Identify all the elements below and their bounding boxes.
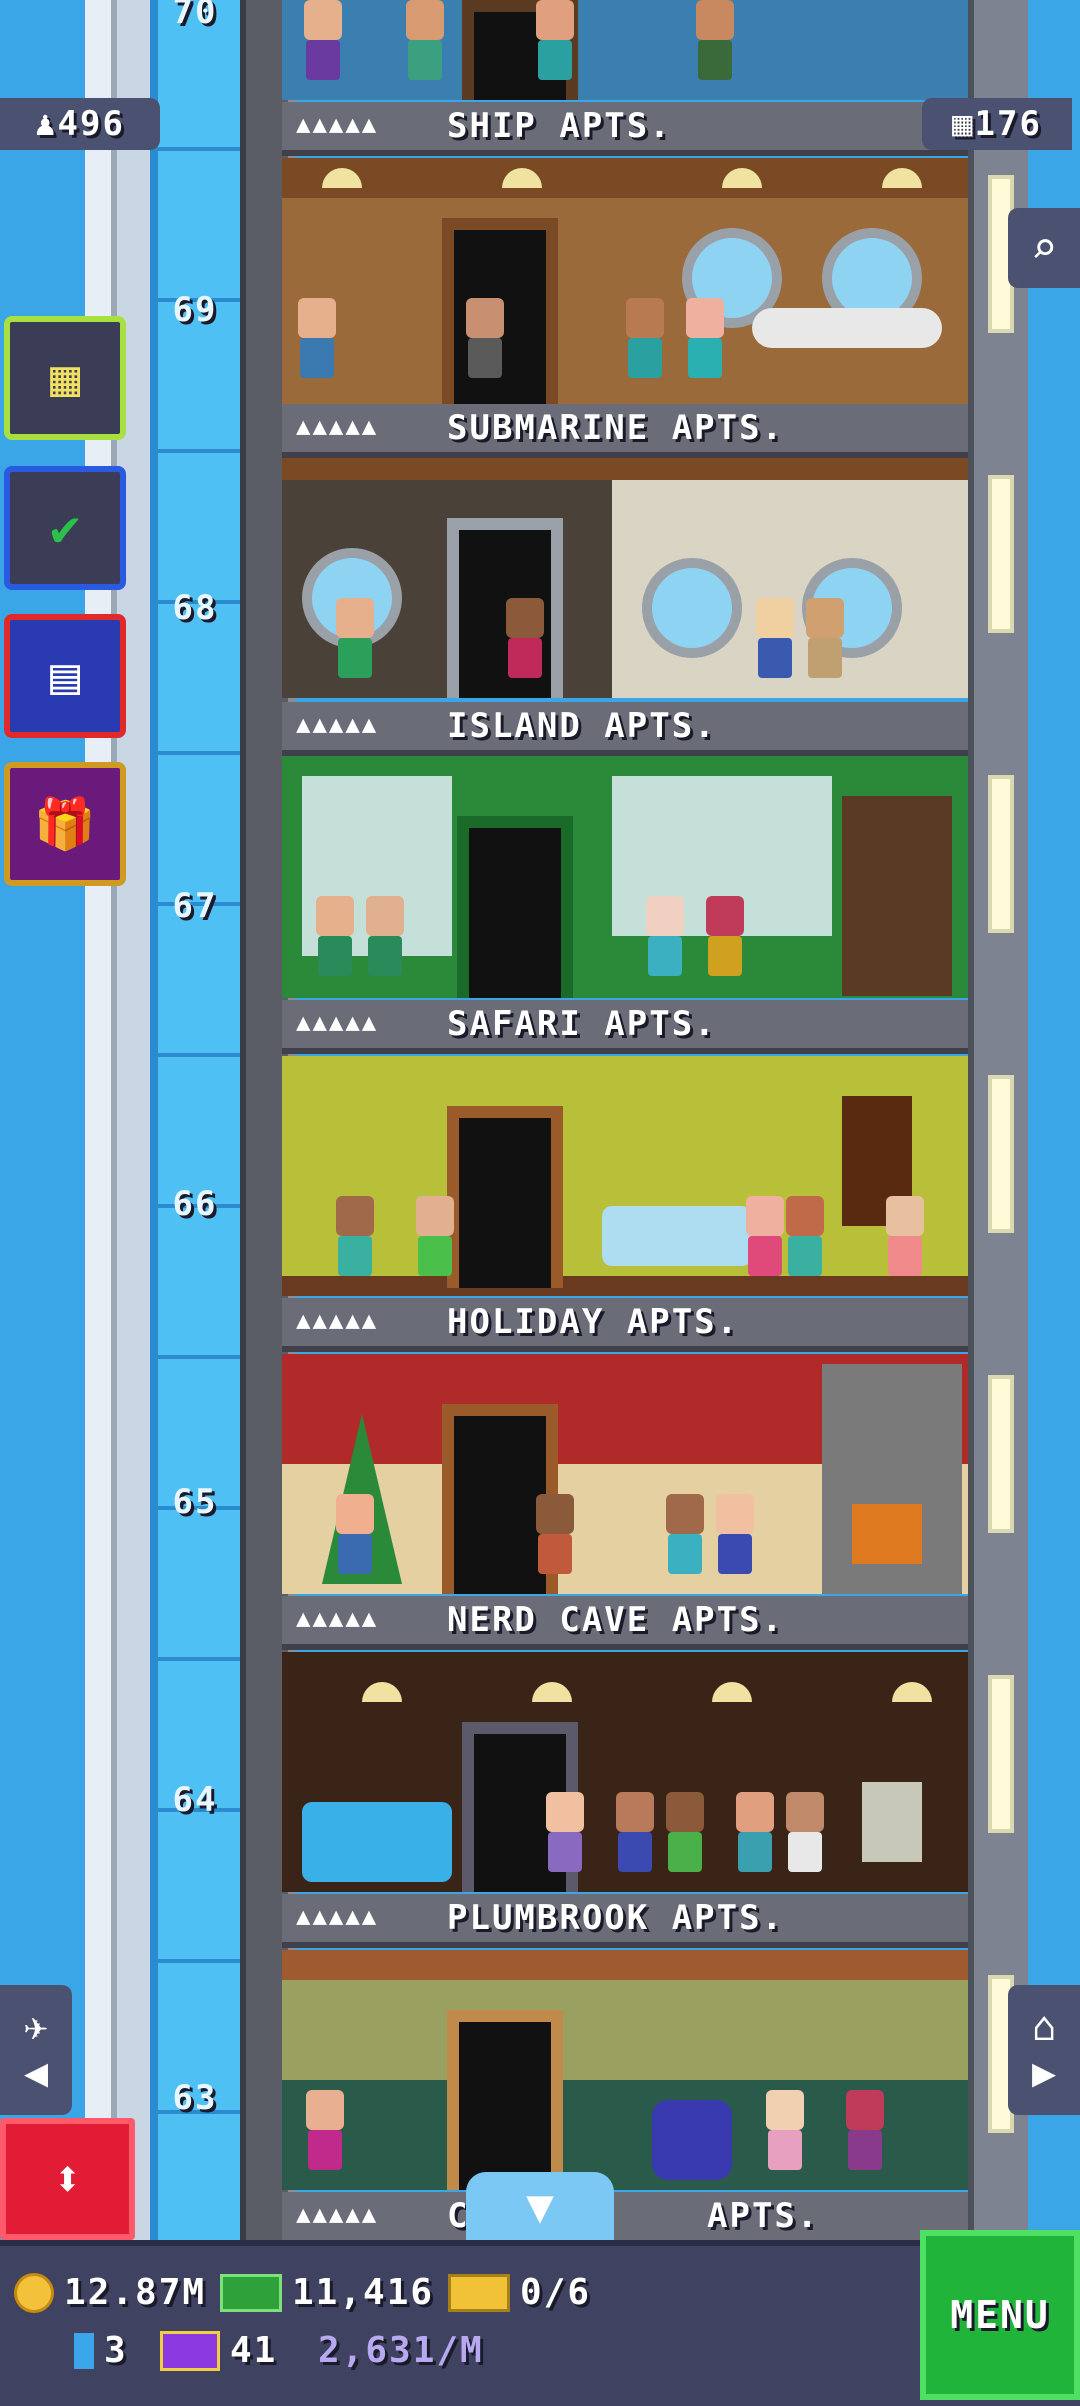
income-value: 2,631/M	[318, 2330, 484, 2371]
building-icon: ▦	[952, 104, 975, 144]
floor-name: ISLAND APTS.	[447, 706, 717, 746]
vip-icon	[160, 2330, 220, 2371]
rail-light	[988, 1075, 1014, 1233]
floor-stars: ▲▲▲▲▲	[296, 1008, 379, 1036]
population-count: 496	[57, 104, 125, 144]
magnifier-icon: ⌕	[1030, 222, 1058, 274]
floor-name-right: APTS.	[707, 2196, 820, 2236]
room-plumbrook[interactable]	[282, 1652, 968, 1892]
arrow-left-icon: ◀	[23, 2050, 49, 2096]
floor-stars: ▲▲▲▲▲	[296, 110, 379, 138]
events-button[interactable]: ▤	[4, 614, 126, 738]
floor-stars: ▲▲▲▲▲	[296, 710, 379, 738]
home-button[interactable]: ⌂ ▶	[1008, 1985, 1080, 2115]
person-icon: ♟	[35, 104, 58, 144]
floor-name: PLUMBROOK APTS.	[447, 1898, 785, 1938]
income-stat: 2,631/M	[318, 2330, 484, 2371]
floor-name: SUBMARINE APTS.	[447, 408, 785, 448]
airplane-icon: ✈	[23, 2004, 49, 2050]
floor-label-safari[interactable]: ▲▲▲▲▲ SAFARI APTS.	[282, 1000, 968, 1054]
room-safari[interactable]	[282, 756, 968, 998]
checklist-icon: ✔	[49, 499, 81, 557]
tickets-value: 0/6	[520, 2272, 592, 2313]
elevator-button[interactable]: ⬍	[0, 2118, 135, 2240]
floor-number: 67	[172, 886, 218, 926]
gift-icon: 🎁	[33, 794, 97, 853]
gems-value: 3	[104, 2330, 128, 2371]
floor-name: SAFARI APTS.	[447, 1004, 717, 1044]
coins-stat[interactable]: 12.87M	[14, 2272, 206, 2313]
floor-number: 66	[172, 1184, 218, 1224]
floor-number: 64	[172, 1780, 218, 1820]
vip-stat[interactable]: 41	[160, 2330, 277, 2371]
floor-number: 70	[172, 0, 218, 32]
bux-icon	[220, 2273, 282, 2312]
room-nerd-cave[interactable]	[282, 1354, 968, 1594]
floor-number: 68	[172, 588, 218, 628]
floor-stars: ▲▲▲▲▲	[296, 1306, 379, 1334]
search-button[interactable]: ⌕	[1008, 208, 1080, 288]
floor-number: 63	[172, 2078, 218, 2118]
coin-icon	[14, 2272, 54, 2313]
room-ship[interactable]	[282, 0, 968, 100]
coins-value: 12.87M	[64, 2272, 207, 2313]
floor-label-submarine[interactable]: ▲▲▲▲▲ SUBMARINE APTS.	[282, 404, 968, 458]
menu-label: MENU	[950, 2293, 1050, 2337]
floor-name: HOLIDAY APTS.	[447, 1302, 740, 1342]
floor-number: 65	[172, 1482, 218, 1522]
gems-stat[interactable]: 3	[74, 2330, 128, 2371]
floor-number: 69	[172, 290, 218, 330]
room-island[interactable]	[282, 458, 968, 698]
floor-label-ship[interactable]: ▲▲▲▲▲ SHIP APTS.	[282, 102, 968, 156]
floor-label-floor-63[interactable]: ▲▲▲▲▲ C APTS.	[282, 2192, 968, 2246]
bux-value: 11,416	[292, 2272, 435, 2313]
floor-name: NERD CAVE APTS.	[447, 1600, 785, 1640]
ticket-icon	[448, 2273, 510, 2312]
rail-light	[988, 475, 1014, 633]
building-icon: ▦	[49, 349, 81, 407]
room-holiday[interactable]	[282, 1056, 968, 1296]
chevron-down-icon: ▼	[526, 2179, 554, 2233]
resource-bar: 12.87M 11,416 0/6 3 41 2,631/M	[0, 2240, 1080, 2406]
floor-stars: ▲▲▲▲▲	[296, 412, 379, 440]
floor-stars: ▲▲▲▲▲	[296, 2200, 379, 2228]
arrow-right-icon: ▶	[1031, 2050, 1057, 2096]
floor-ruler	[150, 0, 240, 2240]
rail-light	[988, 1375, 1014, 1533]
build-floor-button[interactable]: ▦	[4, 316, 126, 440]
menu-button[interactable]: MENU	[920, 2230, 1080, 2400]
gem-icon	[74, 2332, 94, 2369]
room-submarine[interactable]	[282, 158, 968, 404]
airplane-button[interactable]: ✈ ◀	[0, 1985, 72, 2115]
floor-stars: ▲▲▲▲▲	[296, 1902, 379, 1930]
gift-button[interactable]: 🎁	[4, 762, 126, 886]
floor-label-nerd-cave[interactable]: ▲▲▲▲▲ NERD CAVE APTS.	[282, 1596, 968, 1650]
rail-light	[988, 775, 1014, 933]
rail-light	[988, 1675, 1014, 1833]
floor-label-plumbrook[interactable]: ▲▲▲▲▲ PLUMBROOK APTS.	[282, 1894, 968, 1948]
floor-stars: ▲▲▲▲▲	[296, 1604, 379, 1632]
up-down-arrows-icon: ⬍	[52, 2150, 83, 2208]
floor-label-holiday[interactable]: ▲▲▲▲▲ HOLIDAY APTS.	[282, 1298, 968, 1352]
floor-name: SHIP APTS.	[447, 106, 672, 146]
room-floor-63[interactable]	[282, 1950, 968, 2190]
floor-count: 176	[974, 104, 1042, 144]
missions-button[interactable]: ✔	[4, 466, 126, 590]
floor-count-badge[interactable]: ▦ 176	[922, 98, 1072, 150]
floor-label-island[interactable]: ▲▲▲▲▲ ISLAND APTS.	[282, 702, 968, 756]
calendar-icon: ▤	[49, 647, 81, 705]
bux-stat[interactable]: 11,416	[220, 2272, 434, 2313]
scroll-down-button[interactable]: ▼	[466, 2172, 614, 2240]
tickets-stat[interactable]: 0/6	[448, 2272, 591, 2313]
vip-value: 41	[230, 2330, 278, 2371]
house-icon: ⌂	[1031, 2004, 1057, 2050]
population-badge[interactable]: ♟ 496	[0, 98, 160, 150]
